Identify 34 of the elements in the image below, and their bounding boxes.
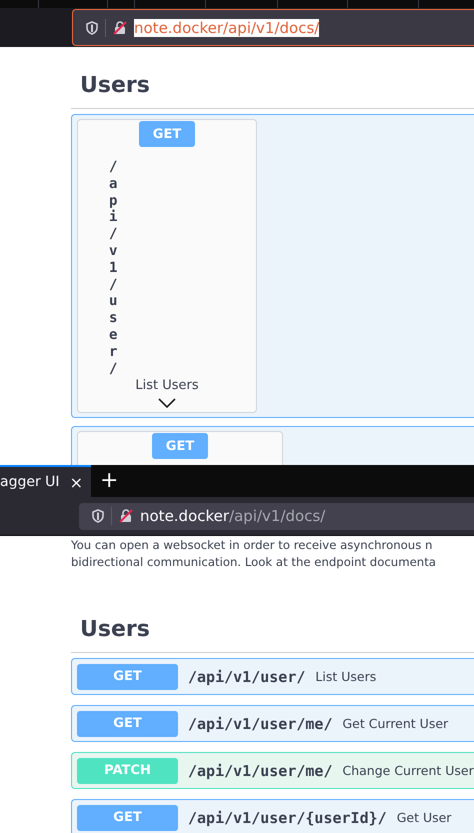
browser-tab[interactable]: agger UI × <box>0 465 91 497</box>
endpoint-path: /api/v1/user/{userId}/ <box>188 808 387 826</box>
method-badge: GET <box>77 664 178 690</box>
operation-summary: Change Current User <box>342 763 474 778</box>
insecure-lock-icon[interactable] <box>113 20 127 34</box>
section-heading: Users <box>71 47 474 109</box>
endpoint-path: /api/v1/user/ <box>109 159 118 378</box>
operation-summary: List Users <box>315 669 376 684</box>
operation-summary-panel[interactable]: GET /api/v1/user/ List Users <box>77 119 257 413</box>
section-heading: Users <box>71 571 474 653</box>
endpoint-path: /api/v1/user/me/ <box>188 762 332 780</box>
operation-row[interactable]: GET /api/v1/user/{userId}/ Get User <box>71 799 474 833</box>
operation-row[interactable]: GET /api/v1/user/me/ Get Current User <box>71 705 474 742</box>
operation-row[interactable]: GET /api/v1/user/ List Users <box>71 658 474 695</box>
address-bar[interactable]: note.docker/api/v1/docs/ <box>79 502 474 530</box>
shield-icon[interactable] <box>92 509 104 523</box>
description-text: bidirectional communication. Look at the endpoint documenta <box>71 554 437 571</box>
operation-summary: Get Current User <box>342 716 448 731</box>
method-badge: GET <box>77 710 178 736</box>
new-tab-button[interactable]: + <box>100 470 118 492</box>
shield-icon[interactable] <box>86 20 98 34</box>
chevron-down-icon[interactable] <box>158 398 176 408</box>
method-badge: GET <box>139 121 195 147</box>
operation-summary: Get User <box>396 810 452 825</box>
endpoint-path: /api/v1/user/ <box>188 668 306 686</box>
method-badge: PATCH <box>77 758 178 784</box>
close-tab-button[interactable]: × <box>70 472 83 492</box>
method-badge: GET <box>152 433 208 459</box>
url-text: note.docker/api/v1/docs/ <box>140 507 326 525</box>
endpoint-path: /api/v1/user/me/ <box>188 714 332 732</box>
description-text: You can open a websocket in order to receive asynchronous n <box>71 537 434 554</box>
operation-summary: List Users <box>135 378 199 394</box>
method-badge: GET <box>77 804 178 830</box>
insecure-lock-icon[interactable] <box>119 509 133 523</box>
